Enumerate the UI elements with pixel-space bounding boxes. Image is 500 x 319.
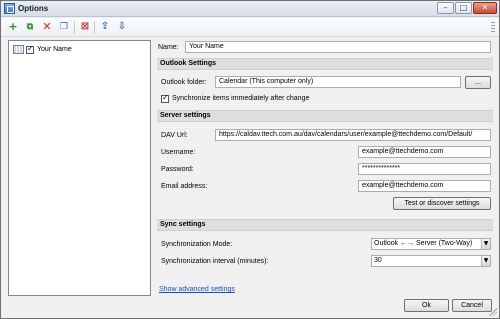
duplicate-icon[interactable]: ❐ — [57, 20, 71, 34]
sync-mode-value: Outlook ←→ Server (Two-Way) — [374, 240, 473, 247]
password-label: Password: — [161, 166, 194, 173]
username-input[interactable]: example@ttechdemo.com — [358, 146, 491, 158]
test-settings-button[interactable]: Test or discover settings — [393, 197, 491, 210]
import-icon[interactable]: ⇩ — [115, 20, 129, 34]
username-label: Username: — [161, 149, 196, 156]
maximize-button[interactable]: □ — [455, 2, 472, 14]
outlook-folder-field: Calendar (This computer only) — [215, 76, 461, 88]
window-controls: – □ ✕ — [437, 2, 497, 14]
sync-interval-label: Synchronization interval (minutes): — [161, 258, 269, 265]
name-label: Name: — [158, 44, 179, 51]
toolbar-separator — [94, 21, 95, 34]
profile-checkbox[interactable] — [26, 44, 34, 54]
delete-icon[interactable]: ✕ — [40, 20, 54, 34]
email-input[interactable]: example@ttechdemo.com — [358, 180, 491, 192]
app-icon — [4, 3, 15, 14]
ok-button[interactable]: Ok — [404, 299, 449, 312]
sync-settings-header: Sync settings — [157, 219, 493, 231]
tree-item-label: Your Name — [37, 46, 72, 53]
toolbar-grip[interactable] — [491, 22, 495, 33]
sync-mode-label: Synchronization Mode: — [161, 241, 233, 248]
sync-interval-value: 30 — [374, 257, 382, 264]
dav-url-label: DAV Url: — [161, 132, 188, 139]
dav-url-input[interactable]: https://caldav.ttech.com.au/dav/calendar… — [215, 129, 491, 141]
sync-mode-select[interactable]: Outlook ←→ Server (Two-Way) ▼ — [371, 238, 491, 250]
profile-tree[interactable]: Your Name — [8, 40, 151, 296]
chevron-down-icon[interactable]: ▼ — [481, 256, 490, 266]
export-icon[interactable]: ⇪ — [98, 20, 112, 34]
window-title: Options — [18, 4, 49, 13]
sync-immediately-label: Synchronize items immediately after chan… — [172, 95, 310, 102]
sync-interval-select[interactable]: 30 ▼ — [371, 255, 491, 267]
clear-cache-icon[interactable]: ⊠ — [78, 20, 92, 34]
minimize-button[interactable]: – — [437, 2, 454, 14]
toolbar: + ⧉ ✕ ❐ ⊠ ⇪ ⇩ — [1, 18, 499, 37]
add-icon[interactable]: + — [6, 20, 20, 34]
outlook-settings-header: Outlook Settings — [157, 58, 493, 70]
browse-folder-button[interactable]: ... — [465, 76, 491, 89]
copy-add-icon[interactable]: ⧉ — [23, 20, 37, 34]
password-input[interactable]: ************** — [358, 163, 491, 175]
calendar-icon — [13, 45, 24, 54]
chevron-down-icon[interactable]: ▼ — [481, 239, 490, 249]
show-advanced-link[interactable]: Show advanced settings — [159, 286, 235, 293]
title-bar: Options – □ ✕ — [1, 1, 499, 17]
close-button[interactable]: ✕ — [473, 2, 497, 14]
outlook-folder-label: Outlook folder: — [161, 79, 207, 86]
resize-grip[interactable] — [489, 308, 497, 316]
tree-item-profile[interactable]: Your Name — [13, 44, 72, 55]
email-label: Email address: — [161, 183, 208, 190]
options-window: Options – □ ✕ + ⧉ ✕ ❐ ⊠ ⇪ ⇩ Your Name Na… — [0, 0, 500, 319]
name-input[interactable]: Your Name — [185, 41, 491, 53]
cancel-button[interactable]: Cancel — [452, 299, 492, 312]
sync-immediately-checkbox[interactable] — [161, 93, 169, 103]
server-settings-header: Server settings — [157, 110, 493, 122]
toolbar-separator — [74, 21, 75, 34]
